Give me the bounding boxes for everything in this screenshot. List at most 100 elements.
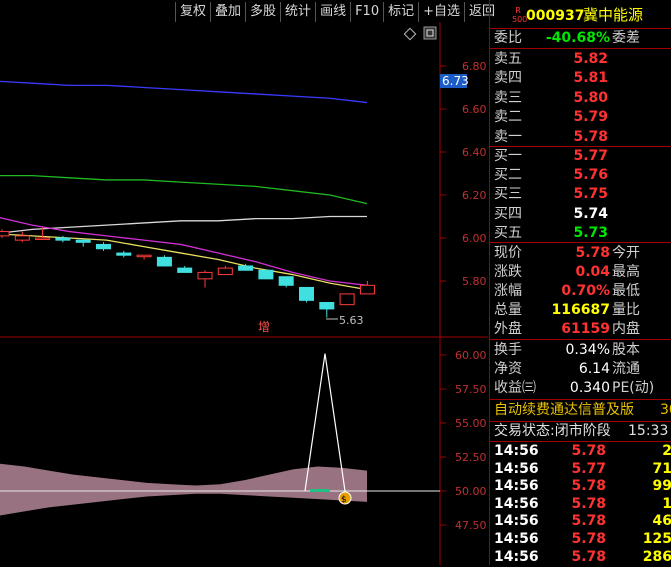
zeng-marker[interactable]: 增: [256, 319, 272, 335]
divider: [490, 242, 671, 243]
stat-row: 涨幅 0.70% 最低: [490, 282, 671, 301]
ma-line-blue: [0, 80, 368, 104]
ask-row: 卖二 5.79: [490, 108, 671, 127]
candle-body: [75, 239, 91, 243]
price-tag: 6.73: [440, 74, 469, 89]
stat-row: 总量 116687 量比: [490, 301, 671, 320]
toolbar-button-overlay[interactable]: 叠加: [210, 2, 245, 22]
ask-price: 5.82: [573, 51, 608, 67]
ask-label: 卖一: [494, 128, 522, 145]
stock-badge: R 500: [512, 6, 527, 24]
tick-volume: 46: [652, 513, 671, 530]
promo-tail: 30: [660, 402, 671, 418]
candle-body: [197, 271, 213, 280]
tick-time: 14:56: [494, 531, 539, 547]
tick-price: 5.78: [571, 495, 606, 512]
toolbar-button-f10[interactable]: F10: [350, 2, 383, 22]
stock-header[interactable]: R 500 000937 冀中能源: [490, 4, 671, 28]
y-tick-label: 6.60: [462, 103, 487, 116]
toolbar-button-statistics[interactable]: 统计: [280, 2, 315, 22]
stat-row: 现价 5.78 今开: [490, 244, 671, 263]
candle-body: [339, 293, 355, 306]
sub-green-mark: [310, 489, 330, 492]
ma-line-yellow: [0, 233, 368, 291]
tick-time: 14:56: [494, 460, 539, 477]
weicha-label: 委差: [612, 30, 640, 46]
window-toggle-icon[interactable]: [423, 26, 437, 40]
toolbar-button-add-watchlist[interactable]: +自选: [418, 2, 464, 22]
stat-label: 涨跌: [494, 264, 522, 280]
bid-row: 买二 5.76: [490, 166, 671, 185]
stock-badge-top: R: [515, 6, 521, 15]
bid-label: 买四: [494, 205, 522, 222]
divider: [490, 399, 671, 400]
bid-label: 买二: [494, 167, 522, 184]
tick-price: 5.78: [571, 548, 606, 565]
sub-y-tick-label: 47.50: [455, 519, 487, 532]
tick-price: 5.78: [571, 443, 606, 459]
kline-chart[interactable]: 6.80 6.60 6.40 6.20 6.00 5.80 60.00 57.50 55.00…: [0, 22, 488, 565]
stat-label-right: 最高: [612, 264, 640, 280]
tick-time: 14:56: [494, 495, 539, 512]
stat-label-right: 内盘: [612, 321, 640, 337]
ask-price: 5.81: [573, 70, 608, 87]
money-bag-icon[interactable]: $: [338, 491, 352, 505]
bid-row: 买四 5.74: [490, 205, 671, 224]
tick-volume: 286: [642, 548, 671, 565]
stat-value: 116687: [551, 302, 610, 318]
sub-y-tick-label: 55.00: [455, 417, 487, 430]
tick-price: 5.77: [571, 460, 606, 477]
sub-y-tick-label: 50.00: [455, 485, 487, 498]
tick-row: 14:56 5.78 286: [490, 548, 671, 567]
bid-price: 5.75: [573, 186, 608, 203]
ask-label: 卖四: [494, 70, 522, 87]
finance-label-right: 股本: [612, 342, 640, 358]
toolbar-button-multi-stock[interactable]: 多股: [245, 2, 280, 22]
tick-volume: 1: [662, 495, 671, 512]
tick-row: 14:56 5.78 99: [490, 477, 671, 496]
bid-row: 买一 5.77: [490, 147, 671, 166]
diamond-icon[interactable]: [403, 27, 417, 41]
finance-label-right: PE(动): [612, 380, 655, 396]
finance-value: 0.34%: [565, 342, 610, 358]
trade-status: 交易状态:闭市阶段: [494, 423, 611, 439]
chart-area[interactable]: 6.80 6.60 6.40 6.20 6.00 5.80 60.00 57.50 55.00…: [0, 22, 488, 565]
tick-row: 14:56 5.77 71: [490, 460, 671, 479]
bid-price: 5.73: [573, 224, 608, 241]
tick-row: 14:56 5.78 1: [490, 495, 671, 514]
candle-body: [319, 302, 335, 310]
weibi-row: 委比 -40.68% 委差: [490, 29, 671, 48]
bid-label: 买一: [494, 148, 522, 164]
tick-time: 14:56: [494, 478, 539, 495]
stat-label: 外盘: [494, 321, 522, 337]
stat-value: 0.04: [575, 264, 610, 280]
candle-body: [258, 269, 274, 280]
promo-row[interactable]: 自动续费通达信普及版 30: [490, 401, 671, 420]
sub-y-tick-label: 60.00: [455, 349, 487, 362]
ask-label: 卖三: [494, 89, 522, 106]
candle-body: [0, 231, 10, 237]
svg-text:$: $: [341, 495, 347, 505]
tick-time: 14:56: [494, 548, 539, 565]
stat-row: 涨跌 0.04 最高: [490, 263, 671, 282]
weibi-label: 委比: [494, 30, 522, 46]
stat-value: 0.70%: [561, 283, 610, 299]
stat-label-right: 今开: [612, 245, 640, 261]
trade-time: 15:33: [628, 423, 669, 439]
trade-status-row: 交易状态:闭市阶段 15:33: [490, 422, 671, 441]
candle-body: [96, 243, 111, 250]
toolbar-button-draw-line[interactable]: 画线: [315, 2, 350, 22]
stat-label: 涨幅: [494, 283, 522, 299]
low-price-label: 5.63: [339, 314, 364, 327]
candle-body: [156, 256, 172, 267]
promo-text[interactable]: 自动续费通达信普及版: [494, 401, 634, 420]
toolbar-button-mark[interactable]: 标记: [383, 2, 418, 22]
ask-price: 5.80: [573, 89, 608, 106]
finance-value: 6.14: [578, 361, 610, 377]
stat-row: 外盘 61159 内盘: [490, 320, 671, 339]
finance-label: 收益㈢: [494, 380, 536, 396]
divider: [490, 339, 671, 340]
tick-row: 14:56 5.78 2: [490, 442, 671, 461]
toolbar-button-fuquan[interactable]: 复权: [175, 2, 210, 22]
ask-row: 卖一 5.78: [490, 128, 671, 147]
